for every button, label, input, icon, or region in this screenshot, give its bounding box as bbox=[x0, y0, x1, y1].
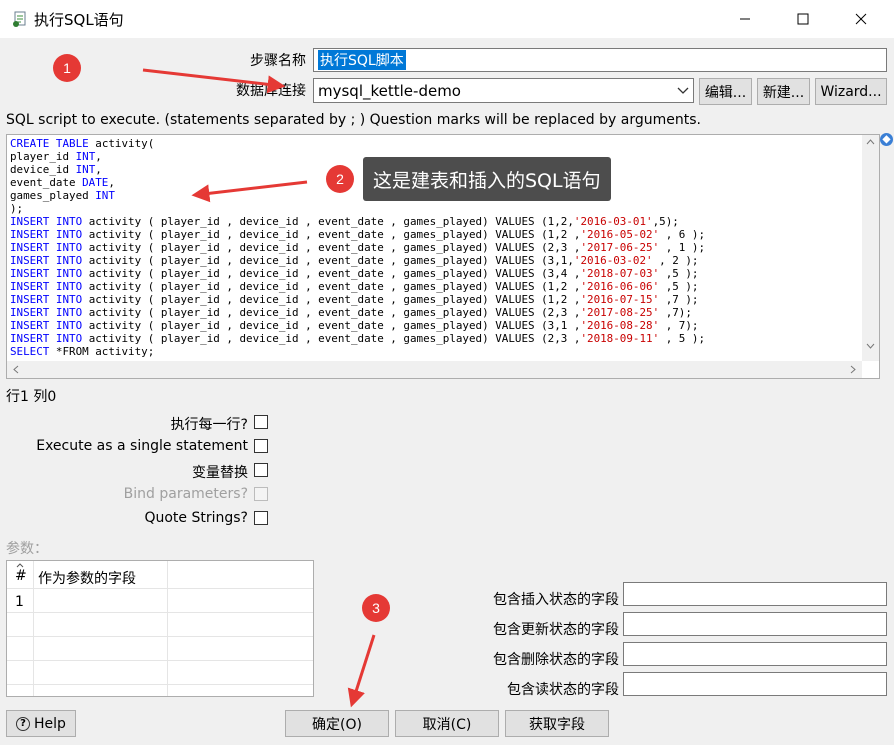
annotation-callout-2: 这是建表和插入的SQL语句 bbox=[363, 157, 611, 201]
annotation-arrow-3 bbox=[347, 634, 376, 708]
annotation-arrow-2 bbox=[191, 180, 308, 203]
annotation-badge-1: 1 bbox=[53, 54, 81, 82]
annotation-arrow-1 bbox=[142, 68, 286, 94]
annotation-arrows bbox=[142, 68, 376, 708]
annotation-badge-2: 2 bbox=[326, 165, 354, 193]
annotation-badge-3: 3 bbox=[362, 594, 390, 622]
